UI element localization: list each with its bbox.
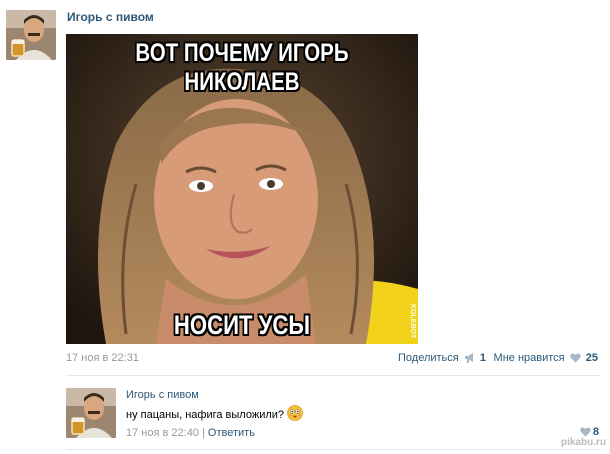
share-label: Поделиться <box>398 352 459 364</box>
post-image[interactable]: ВОТ ПОЧЕМУ ИГОРЬ НИКОЛАЕВ НОСИТ УСЫ KOLE… <box>66 34 418 344</box>
comment-author-avatar[interactable] <box>66 388 116 438</box>
comment-meta: 17 ноя в 22:40 | Ответить <box>126 427 255 439</box>
share-button[interactable]: Поделиться 1 <box>398 352 486 364</box>
share-count: 1 <box>479 352 486 364</box>
comment-divider <box>66 449 600 450</box>
comment-author-name[interactable]: Игорь с пивом <box>126 389 199 401</box>
like-label: Мне нравится <box>493 352 565 364</box>
meme-bottom-caption: НОСИТ УСЫ <box>173 310 311 340</box>
heart-icon <box>569 353 581 363</box>
like-count: 25 <box>585 352 598 364</box>
like-button[interactable]: Мне нравится 25 <box>494 352 598 364</box>
comment-date[interactable]: 17 ноя в 22:40 <box>126 427 199 439</box>
megaphone-icon <box>464 353 473 363</box>
post-date[interactable]: 17 ноя в 22:31 <box>66 352 139 364</box>
post-author-avatar[interactable] <box>6 10 56 60</box>
post-author-name[interactable]: Игорь с пивом <box>67 10 154 24</box>
reply-button[interactable]: Ответить <box>208 427 255 439</box>
comment-meta-separator: | <box>198 427 208 439</box>
comment-text-content: ну пацаны, нафига выложили? <box>126 409 285 421</box>
comment-text: ну пацаны, нафига выложили? <box>126 405 303 421</box>
post-divider <box>66 375 600 376</box>
avatar-image <box>6 10 56 60</box>
image-watermark: KOLEBOT <box>409 304 416 339</box>
meme-top-caption: ВОТ ПОЧЕМУ ИГОРЬ НИКОЛАЕВ <box>135 39 349 96</box>
flushed-face-icon <box>287 405 303 421</box>
heart-icon <box>580 427 591 437</box>
site-watermark: pikabu.ru <box>560 437 606 448</box>
avatar-image <box>66 388 116 438</box>
